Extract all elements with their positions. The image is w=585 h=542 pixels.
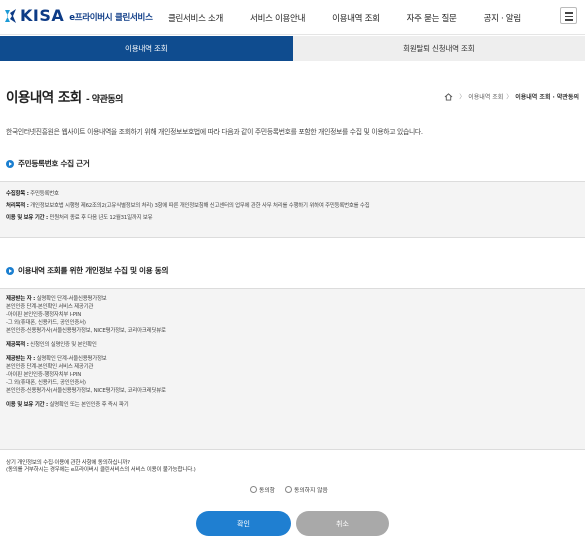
menu-icon-bar	[565, 19, 573, 21]
info-label: 수집항목 :	[6, 191, 29, 197]
section-title-text: 주민등록번호 수집 근거	[18, 159, 90, 168]
info-value: 민원처리 종료 후 다음 년도 12월31일까지 보유	[47, 215, 153, 221]
tab-withdrawal-history[interactable]: 회원탈퇴 신청내역 조회	[292, 36, 585, 61]
intro-text: 한국인터넷진흥원은 웹사이트 이용내역을 조회하기 위해 개인정보보호법에 따라…	[6, 128, 423, 136]
radio-disagree[interactable]: 동의하지 않음	[285, 485, 328, 494]
info-label: 처리목적 :	[6, 203, 29, 209]
page-title-main: 이용내역 조회	[6, 90, 82, 106]
logo-text: KISA	[20, 6, 65, 25]
page-title: 이용내역 조회 - 약관동의	[6, 86, 123, 106]
info-label: 제공받는 자 :	[6, 296, 36, 302]
radio-disagree-label[interactable]: 동의하지 않음	[294, 485, 328, 494]
info-row: 제공목적 : 신청인의 실명인증 및 본인확인	[6, 341, 579, 349]
info-line: -아이핀 본인인증-행정자치부 I-PIN	[6, 372, 82, 378]
info-value: 주민등록번호	[28, 191, 59, 197]
radio-agree-label[interactable]: 동의함	[259, 485, 275, 494]
info-label: 제공받는 자 :	[6, 356, 36, 362]
info-row: 이용 및 보유 기간 : 민원처리 종료 후 다음 년도 12월31일까지 보유	[6, 214, 579, 222]
radio-agree-circle[interactable]	[250, 486, 257, 493]
info-line: -그 외(휴대폰, 신용카드, 공인인증서)	[6, 320, 86, 326]
site-header: KISA e프라이버시 클린서비스 클린서비스 소개 서비스 이용안내 이용내역…	[0, 0, 585, 35]
logo-subtitle: e프라이버시 클린서비스	[69, 13, 153, 23]
radio-agree[interactable]: 동의함	[250, 485, 275, 494]
breadcrumb-current: 이용내역 조회 · 약관동의	[515, 94, 579, 101]
info-line: -아이핀 본인인증-행정자치부 I-PIN	[6, 312, 82, 318]
info-value: 신청인의 실명인증 및 본인확인	[28, 342, 97, 348]
consent-radio-group: 동의함 동의하지 않음	[250, 485, 338, 494]
info-value: 실명확인 단계-서울신용평가정보	[35, 356, 107, 362]
breadcrumb-separator: 〉	[459, 94, 466, 101]
info-value: 개인정보보호법 시행령 제62조의2(고유식별정보의 처리) 3항에 따른 개인…	[28, 203, 370, 209]
nav-item-notice[interactable]: 공지 · 알림	[484, 12, 522, 24]
menu-icon-bar	[565, 15, 573, 17]
tab-usage-history[interactable]: 이용내역 조회	[0, 36, 293, 61]
cancel-button[interactable]: 취소	[296, 511, 389, 536]
tab-bar: 이용내역 조회 회원탈퇴 신청내역 조회	[0, 36, 585, 61]
section-bullet-icon	[6, 159, 14, 168]
info-row: 처리목적 : 개인정보보호법 시행령 제62조의2(고유식별정보의 처리) 3항…	[6, 202, 579, 210]
info-line: 본인인증 단계-본인확인 서비스 제공기관	[6, 364, 94, 370]
info-row: 제공받는 자 : 실명확인 단계-서울신용평가정보	[6, 295, 579, 303]
nav-item-history[interactable]: 이용내역 조회	[332, 12, 380, 24]
menu-icon	[565, 12, 573, 14]
info-label: 이용 및 보유 기간 :	[6, 215, 48, 221]
info-line: 본인인증-신용평가사(서울신용평가정보, NICE평가정보, 코리아크레딧뷰로	[6, 328, 166, 334]
info-row: 수집항목 : 주민등록번호	[6, 190, 579, 198]
page-title-sub: - 약관동의	[85, 95, 124, 105]
nav-item-intro[interactable]: 클린서비스 소개	[168, 12, 223, 24]
confirm-button[interactable]: 확인	[196, 511, 291, 536]
consent-question: 상기 개인정보의 수집·이용에 관한 사항에 동의하십니까? (동의를 거부하시…	[6, 460, 196, 474]
info-row: 이용 및 보유 기간 : 실명확인 또는 본인인증 후 즉시 파기	[6, 401, 579, 409]
info-value: 실명확인 단계-서울신용평가정보	[35, 296, 107, 302]
menu-button[interactable]	[560, 7, 577, 24]
info-line: 본인인증 단계-본인확인 서비스 제공기관	[6, 304, 94, 310]
info-label: 이용 및 보유 기간 :	[6, 402, 48, 408]
nav-item-guide[interactable]: 서비스 이용안내	[250, 12, 305, 24]
info-line: -그 외(휴대폰, 신용카드, 공인인증서)	[6, 380, 86, 386]
info-value: 실명확인 또는 본인인증 후 즉시 파기	[47, 402, 129, 408]
main-nav: 클린서비스 소개 서비스 이용안내 이용내역 조회 자주 묻는 질문 공지 · …	[168, 12, 521, 24]
info-row: 제공받는 자 : 실명확인 단계-서울신용평가정보	[6, 355, 579, 363]
rrn-info-box: 수집항목 : 주민등록번호 처리목적 : 개인정보보호법 시행령 제62조의2(…	[0, 181, 585, 238]
kisa-logo-mark-icon	[5, 9, 16, 23]
nav-item-faq[interactable]: 자주 묻는 질문	[407, 12, 457, 24]
breadcrumb: 〉 이용내역 조회 〉 이용내역 조회 · 약관동의	[444, 92, 579, 101]
breadcrumb-item[interactable]: 이용내역 조회	[468, 92, 503, 101]
kisa-logo[interactable]: KISA e프라이버시 클린서비스	[4, 8, 153, 24]
consent-note: (동의를 거부하시는 경우에는 e프라이버시 클린서비스의 서비스 이용이 불가…	[6, 467, 196, 473]
section-title-rrn: 주민등록번호 수집 근거	[6, 158, 90, 169]
consent-question-text: 상기 개인정보의 수집·이용에 관한 사항에 동의하십니까?	[6, 460, 130, 466]
home-icon[interactable]	[444, 92, 453, 101]
consent-info-box: 제공받는 자 : 실명확인 단계-서울신용평가정보 본인인증 단계-본인확인 서…	[0, 288, 585, 450]
info-line: 본인인증-신용평가사(서울신용평가정보, NICE평가정보, 코리아크레딧뷰로	[6, 388, 166, 394]
info-label: 제공목적 :	[6, 342, 29, 348]
section-title-text: 이용내역 조회를 위한 개인정보 수집 및 이용 동의	[18, 266, 169, 275]
breadcrumb-separator: 〉	[506, 94, 513, 101]
section-title-consent: 이용내역 조회를 위한 개인정보 수집 및 이용 동의	[6, 265, 168, 276]
section-bullet-icon	[6, 266, 14, 275]
radio-disagree-circle[interactable]	[285, 486, 292, 493]
